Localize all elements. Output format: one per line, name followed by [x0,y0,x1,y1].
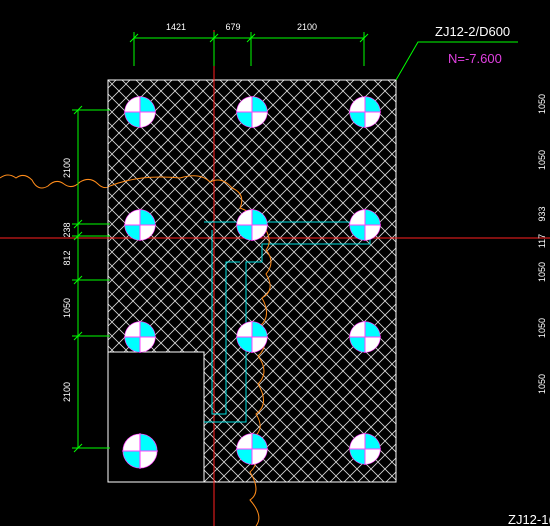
right-dim-text: 1050 [537,318,547,338]
left-dim-text: 2100 [62,382,72,402]
left-dim-text: 2100 [62,158,72,178]
left-dim-text: 1050 [62,298,72,318]
top-dim-text: 1421 [166,22,186,32]
right-dim-text: 1050 [537,150,547,170]
pile-cap-label: ZJ12-2/D600 [435,24,510,39]
right-dim-text: 1050 [537,374,547,394]
left-dim-text: 812 [62,250,72,265]
right-dim-text: 933 [537,206,547,221]
right-dim-text: 1050 [537,262,547,282]
corner-label: ZJ12-1( [508,512,550,526]
cad-drawing-canvas: 1421 679 2100 2100 238 812 1050 2100 105… [0,22,550,526]
pile-cap-hatch [108,80,396,482]
left-dimension: 2100 238 812 1050 2100 [62,105,110,453]
top-dim-text: 2100 [297,22,317,32]
right-dim-text: 117 [537,234,547,248]
right-dimension: 1050 1050 933 117 1050 1050 1050 [537,94,547,394]
revision-cloud-left [0,174,111,189]
left-dim-text: 238 [62,222,72,237]
top-dimension: 1421 679 2100 [129,22,369,66]
elevation-label: N=-7.600 [448,51,502,66]
right-dim-text: 1050 [537,94,547,114]
top-dim-text: 679 [225,22,240,32]
